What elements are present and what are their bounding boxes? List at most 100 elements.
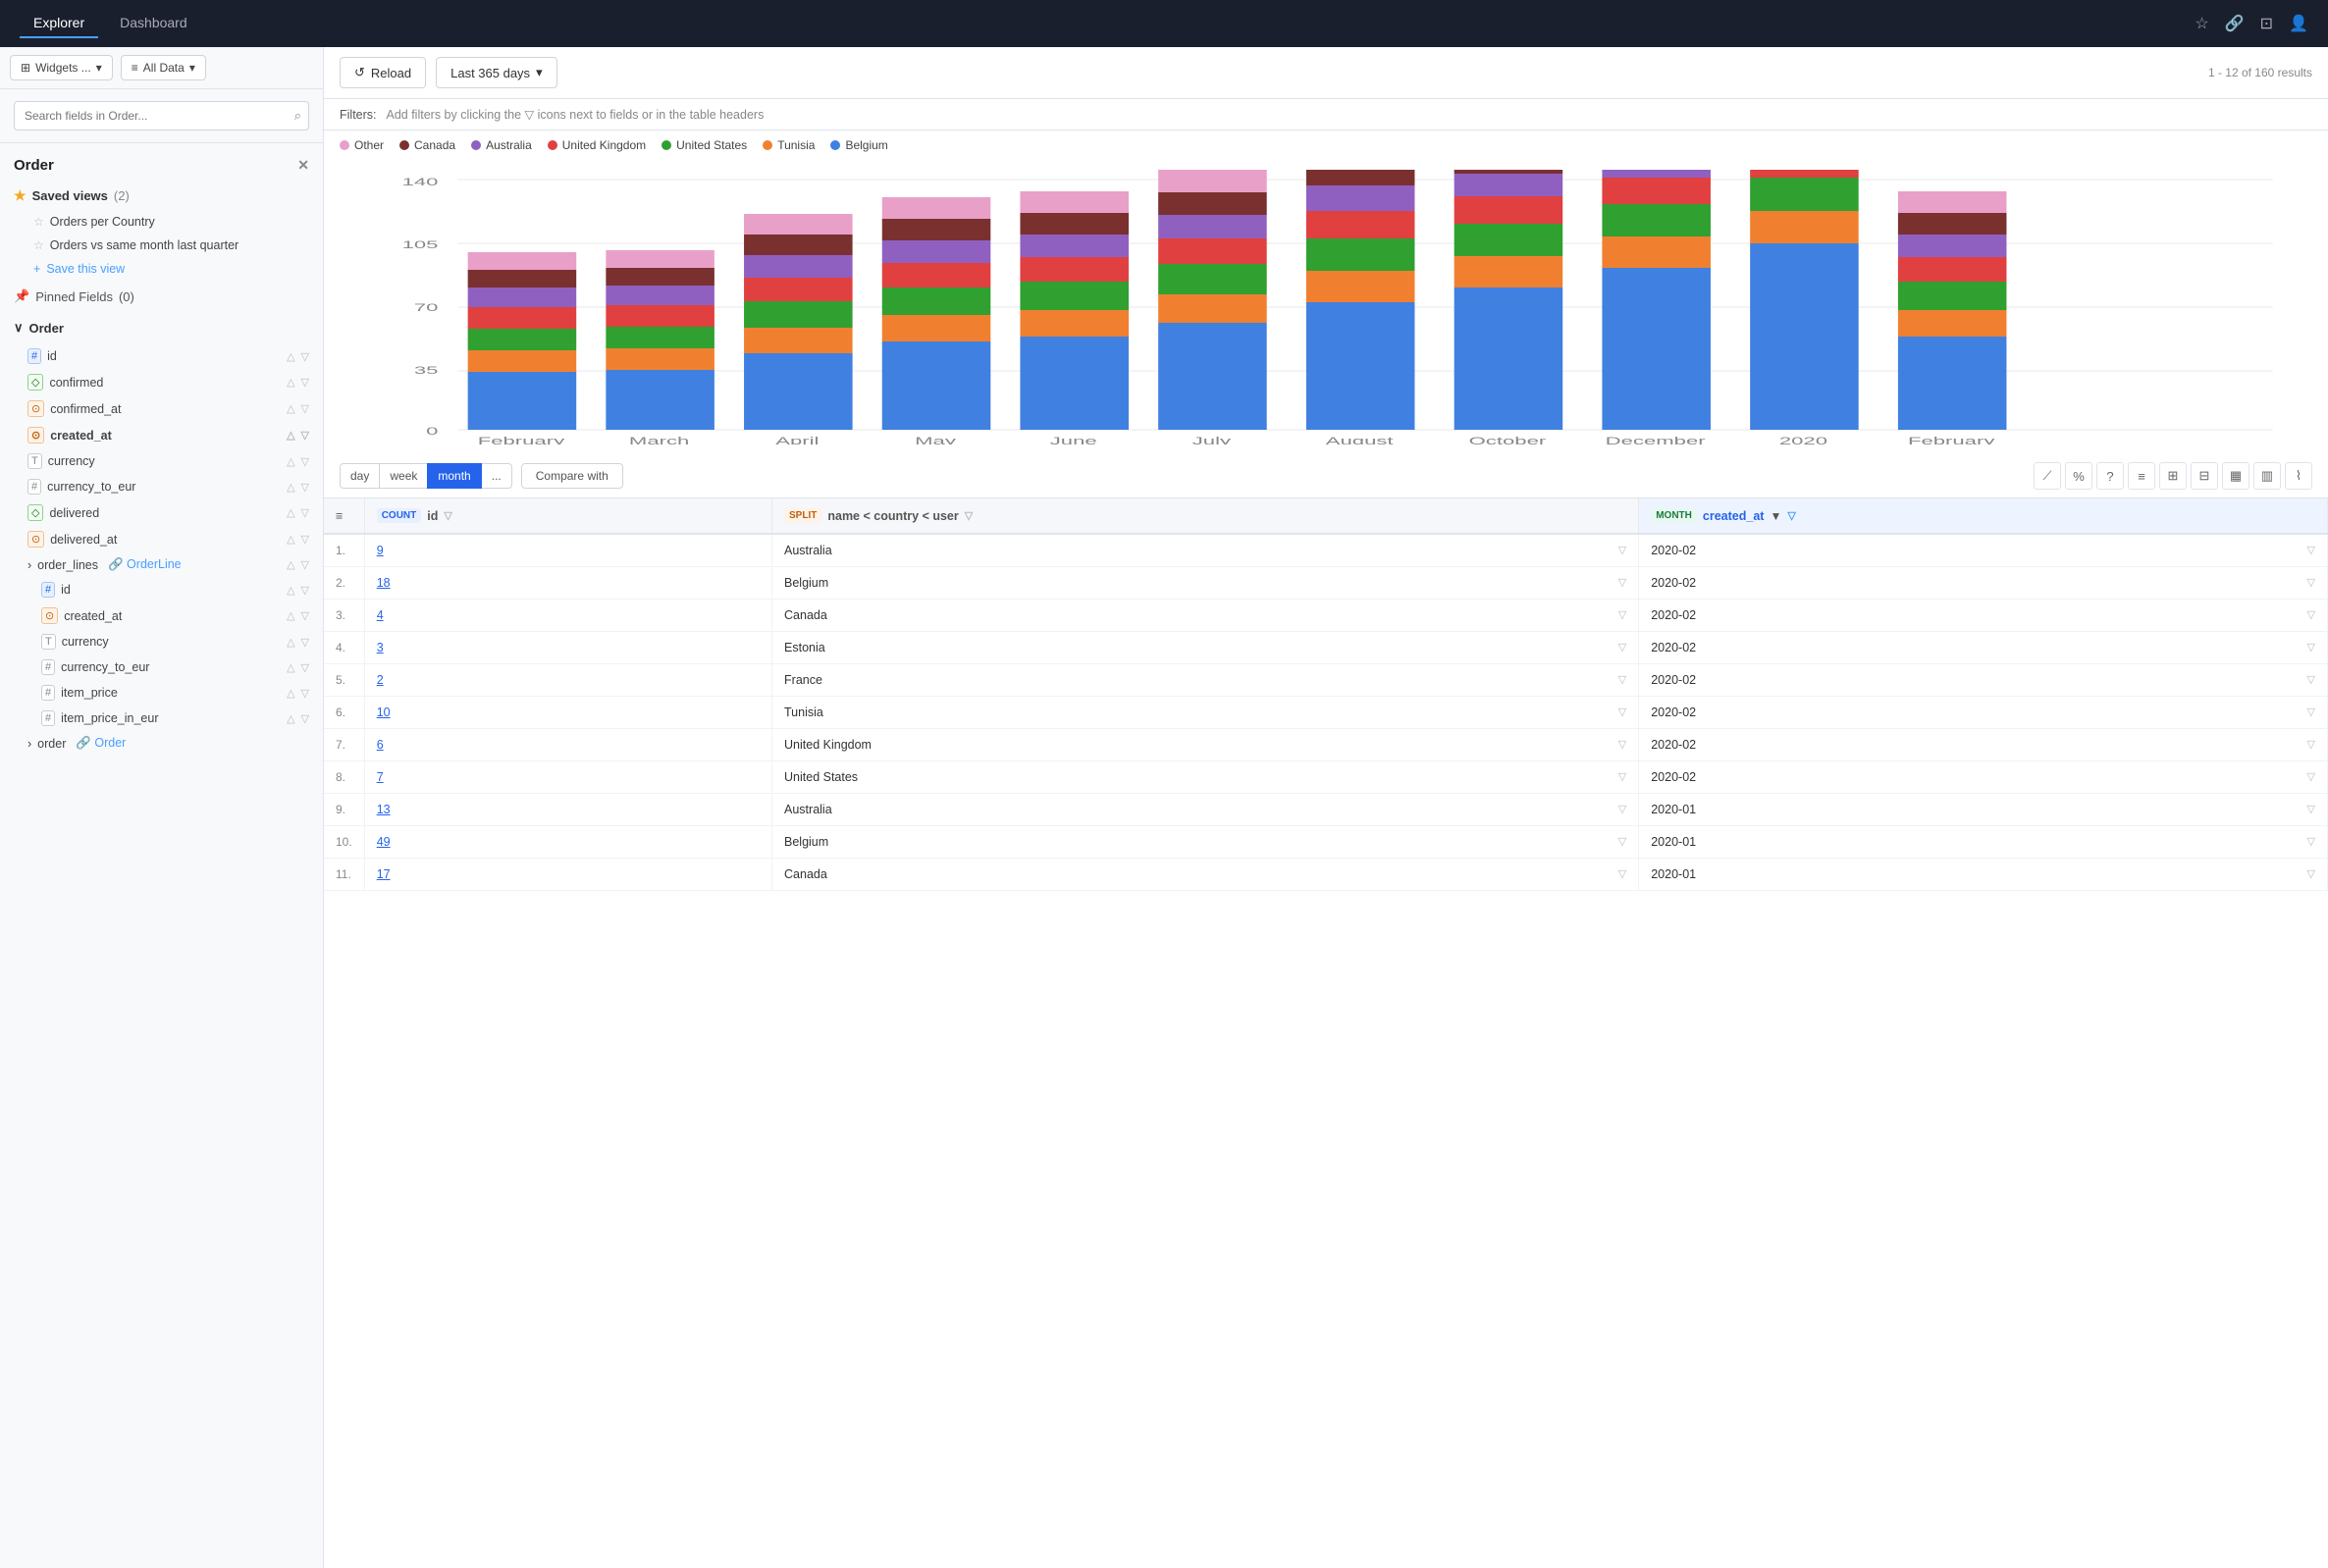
nav-tab-explorer[interactable]: Explorer: [20, 9, 98, 38]
bar-july[interactable]: July: [1158, 170, 1267, 444]
field-currency-to-eur[interactable]: # currency_to_eur △ ▽: [0, 474, 323, 499]
sub-field-filter3[interactable]: △: [287, 636, 294, 649]
field-pin-icon5[interactable]: ▽: [301, 455, 309, 468]
field-pin-icon2[interactable]: ▽: [301, 376, 309, 389]
bar-2020[interactable]: 2020: [1750, 170, 1859, 444]
field-pin-icon7[interactable]: ▽: [301, 506, 309, 519]
count-link[interactable]: 7: [377, 770, 384, 784]
period-month-btn[interactable]: month: [427, 463, 481, 489]
stacked-bar-icon[interactable]: ▥: [2253, 462, 2281, 490]
field-filter-icon5[interactable]: △: [287, 455, 294, 468]
col-filter-icon2[interactable]: ▽: [965, 509, 973, 522]
sub-field-pin4[interactable]: ▽: [301, 661, 309, 674]
field-confirmed-at[interactable]: ⊙ confirmed_at △ ▽: [0, 395, 323, 422]
menu-icon[interactable]: ≡: [336, 509, 343, 523]
all-data-view-btn[interactable]: ≡ All Data ▾: [121, 55, 206, 80]
th-split-name[interactable]: split name < country < user ▽: [772, 498, 1639, 534]
row-date-filter-icon[interactable]: ▽: [2307, 608, 2315, 621]
row-filter-icon[interactable]: ▽: [1618, 770, 1626, 783]
percent-icon[interactable]: %: [2065, 462, 2092, 490]
row-filter-icon[interactable]: ▽: [1618, 803, 1626, 815]
bar-december[interactable]: December: [1602, 170, 1711, 444]
count-link[interactable]: 9: [377, 544, 384, 557]
field-currency[interactable]: T currency △ ▽: [0, 448, 323, 474]
list-view-icon[interactable]: ≡: [2128, 462, 2155, 490]
row-filter-icon[interactable]: ▽: [1618, 867, 1626, 880]
row-filter-icon[interactable]: ▽: [1618, 673, 1626, 686]
sub-field-pin3[interactable]: ▽: [301, 636, 309, 649]
sub-field-id[interactable]: # id △ ▽: [0, 577, 323, 602]
field-created-at[interactable]: ⊙ created_at △ ▽: [0, 422, 323, 448]
row-date-filter-icon[interactable]: ▽: [2307, 641, 2315, 653]
close-button[interactable]: ✕: [297, 157, 309, 174]
date-range-dropdown[interactable]: Last 365 days ▾: [436, 57, 556, 88]
question-icon[interactable]: ?: [2096, 462, 2124, 490]
order-group-header[interactable]: ∨ Order: [0, 312, 323, 343]
order-lines-header[interactable]: › order_lines 🔗 OrderLine △ ▽: [0, 552, 323, 577]
sub-field-currency[interactable]: T currency △ ▽: [0, 629, 323, 654]
sub-field-currency-to-eur[interactable]: # currency_to_eur △ ▽: [0, 654, 323, 680]
period-more-btn[interactable]: ...: [481, 463, 512, 489]
sub-filter-icon[interactable]: △: [287, 558, 294, 571]
count-link[interactable]: 4: [377, 608, 384, 622]
sub-field-filter5[interactable]: △: [287, 687, 294, 700]
row-filter-icon[interactable]: ▽: [1618, 706, 1626, 718]
row-filter-icon[interactable]: ▽: [1618, 738, 1626, 751]
field-filter-icon7[interactable]: △: [287, 506, 294, 519]
field-delivered-at[interactable]: ⊙ delivered_at △ ▽: [0, 526, 323, 552]
sub-field-filter2[interactable]: △: [287, 609, 294, 622]
search-input[interactable]: [14, 101, 309, 131]
count-link[interactable]: 13: [377, 803, 391, 816]
row-filter-icon[interactable]: ▽: [1618, 608, 1626, 621]
field-filter-icon4[interactable]: △: [287, 429, 294, 442]
expand-icon[interactable]: ⊡: [2260, 14, 2273, 33]
line-chart-icon[interactable]: ⟋: [2034, 462, 2061, 490]
sub-field-pin6[interactable]: ▽: [301, 712, 309, 725]
th-count-id[interactable]: count id ▽: [364, 498, 771, 534]
order-link-header[interactable]: › order 🔗 Order: [0, 731, 323, 756]
bar-february2[interactable]: February: [1898, 191, 2007, 444]
sub-pin-icon[interactable]: ▽: [301, 558, 309, 571]
row-date-filter-icon[interactable]: ▽: [2307, 867, 2315, 880]
sub-field-pin2[interactable]: ▽: [301, 609, 309, 622]
bar-october[interactable]: October: [1455, 170, 1563, 444]
field-pin-icon4[interactable]: ▽: [301, 429, 309, 442]
th-month-created-at[interactable]: month created_at ▼ ▽: [1639, 498, 2328, 534]
nav-tab-dashboard[interactable]: Dashboard: [106, 9, 201, 38]
field-pin-icon6[interactable]: ▽: [301, 481, 309, 494]
sub-field-pin5[interactable]: ▽: [301, 687, 309, 700]
bar-february[interactable]: February: [468, 252, 577, 444]
bar-may[interactable]: May: [882, 197, 991, 444]
field-filter-icon6[interactable]: △: [287, 481, 294, 494]
field-pin-icon3[interactable]: ▽: [301, 402, 309, 415]
user-icon[interactable]: 👤: [2289, 14, 2308, 33]
col-filter-icon3[interactable]: ▽: [1787, 509, 1795, 522]
row-date-filter-icon[interactable]: ▽: [2307, 770, 2315, 783]
period-day-btn[interactable]: day: [340, 463, 380, 489]
bar-august[interactable]: August: [1306, 170, 1415, 444]
sub-field-created-at[interactable]: ⊙ created_at △ ▽: [0, 602, 323, 629]
bar-april[interactable]: April: [744, 214, 853, 444]
field-id[interactable]: # id △ ▽: [0, 343, 323, 369]
count-link[interactable]: 18: [377, 576, 391, 590]
sub-field-pin1[interactable]: ▽: [301, 584, 309, 597]
row-filter-icon[interactable]: ▽: [1618, 641, 1626, 653]
row-date-filter-icon[interactable]: ▽: [2307, 803, 2315, 815]
sub-field-filter1[interactable]: △: [287, 584, 294, 597]
save-this-view-btn[interactable]: + Save this view: [0, 257, 323, 281]
count-link[interactable]: 17: [377, 867, 391, 881]
field-filter-icon[interactable]: △: [287, 350, 294, 363]
sub-field-filter4[interactable]: △: [287, 661, 294, 674]
row-date-filter-icon[interactable]: ▽: [2307, 673, 2315, 686]
bar-march[interactable]: March: [606, 250, 714, 444]
row-date-filter-icon[interactable]: ▽: [2307, 544, 2315, 556]
row-date-filter-icon[interactable]: ▽: [2307, 576, 2315, 589]
star-icon[interactable]: ☆: [2195, 14, 2208, 33]
count-link[interactable]: 2: [377, 673, 384, 687]
saved-view-orders-per-country[interactable]: ☆ Orders per Country: [0, 210, 323, 234]
grid-view-icon[interactable]: ⊞: [2159, 462, 2187, 490]
field-filter-icon2[interactable]: △: [287, 376, 294, 389]
row-date-filter-icon[interactable]: ▽: [2307, 706, 2315, 718]
sub-field-item-price-in-eur[interactable]: # item_price_in_eur △ ▽: [0, 706, 323, 731]
bar-chart-icon[interactable]: ▦: [2222, 462, 2249, 490]
